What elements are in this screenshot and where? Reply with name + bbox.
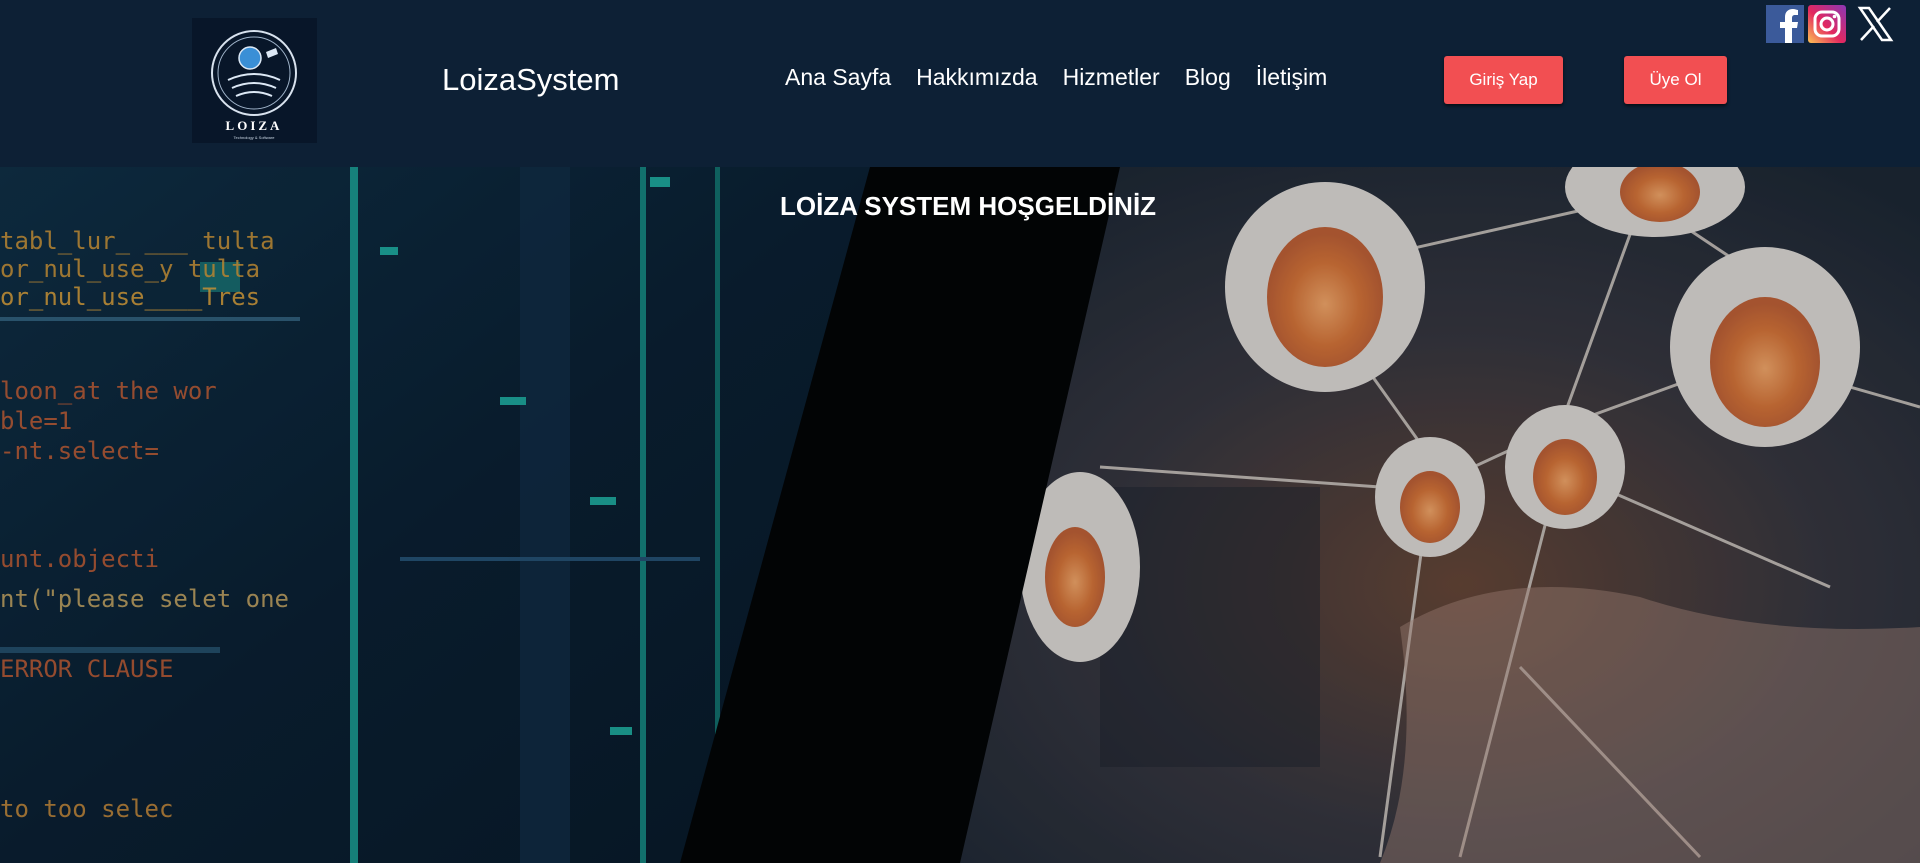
hero-title: LOİZA SYSTEM HOŞGELDİNİZ (780, 191, 1157, 221)
nav-item-contact[interactable]: İletişim (1256, 64, 1328, 91)
main-nav: Ana Sayfa Hakkımızda Hizmetler Blog İlet… (785, 64, 1327, 91)
logo[interactable]: LOIZA Technology & Software (192, 18, 317, 143)
signup-button[interactable]: Üye Ol (1624, 56, 1727, 104)
site-header: LOIZA Technology & Software LoizaSystem … (0, 0, 1920, 167)
nav-item-home[interactable]: Ana Sayfa (785, 64, 891, 91)
facebook-icon[interactable] (1766, 5, 1804, 43)
nav-item-about[interactable]: Hakkımızda (916, 64, 1037, 91)
hero-background-image: tabl_lur_ ___ tulta or_nul_use_y tulta o… (0, 167, 1920, 863)
logo-emblem-icon: LOIZA Technology & Software (211, 30, 297, 140)
hero-section: tabl_lur_ ___ tulta or_nul_use_y tulta o… (0, 167, 1920, 863)
logo-title: LOIZA (226, 118, 283, 133)
logo-tagline: Technology & Software (234, 135, 276, 140)
x-icon[interactable] (1856, 5, 1894, 43)
nav-item-blog[interactable]: Blog (1185, 64, 1231, 91)
login-button[interactable]: Giriş Yap (1444, 56, 1563, 104)
instagram-icon[interactable] (1808, 5, 1846, 43)
nav-item-services[interactable]: Hizmetler (1063, 64, 1160, 91)
brand-name[interactable]: LoizaSystem (442, 62, 619, 98)
